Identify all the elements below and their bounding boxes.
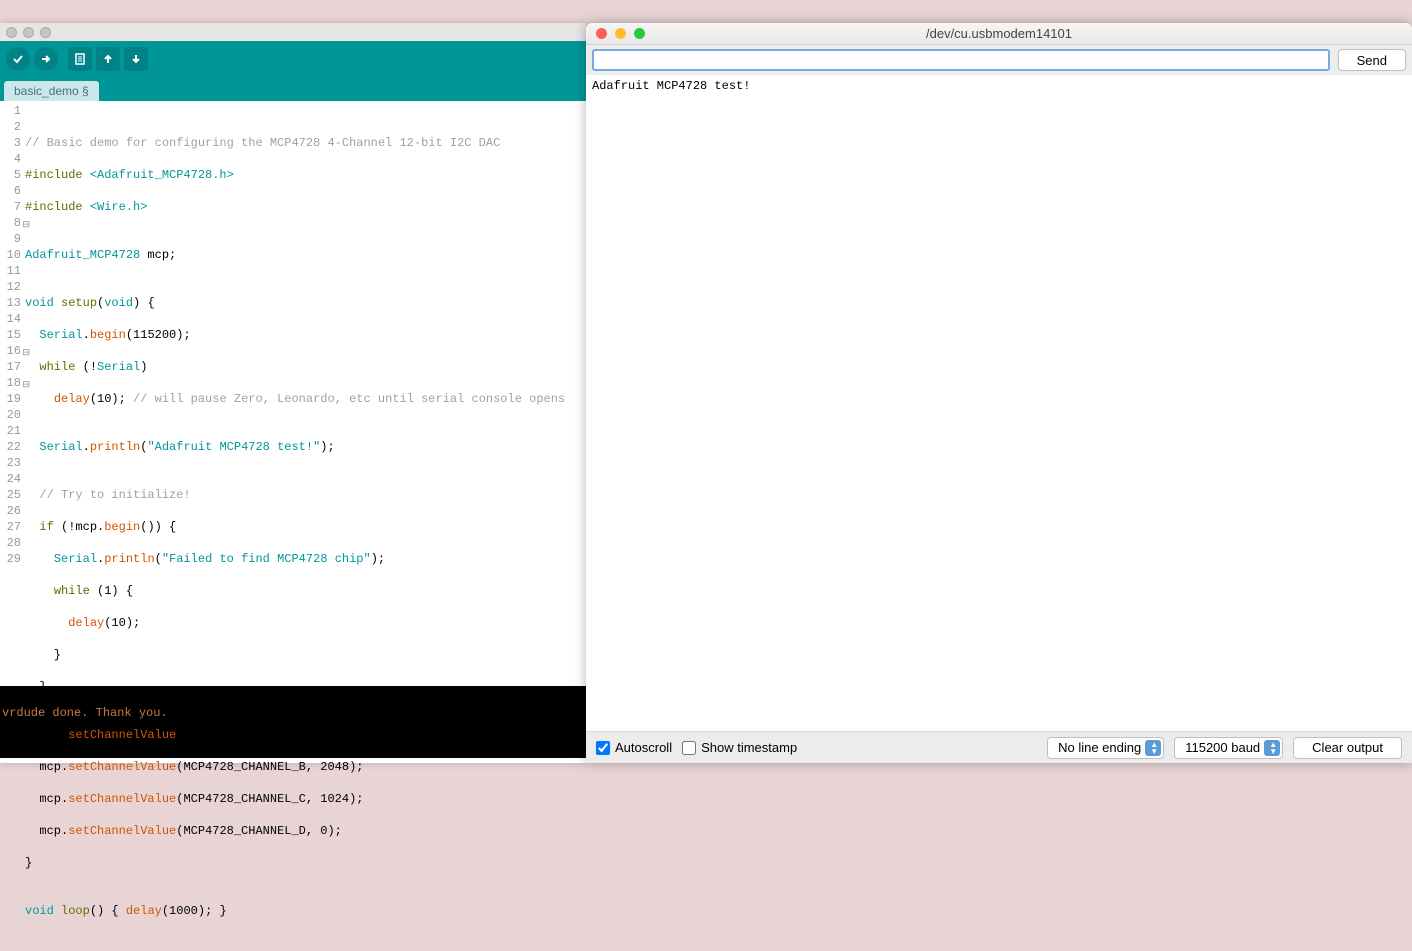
line-number: 3 — [0, 135, 21, 151]
open-button[interactable] — [96, 47, 120, 71]
zoom-button[interactable] — [634, 28, 645, 39]
line-number: 18⊟ — [0, 375, 21, 391]
autoscroll-checkbox[interactable] — [596, 741, 610, 755]
line-number: 22 — [0, 439, 21, 455]
line-number: 4 — [0, 151, 21, 167]
line-number: 5 — [0, 167, 21, 183]
arrow-up-icon — [101, 52, 115, 66]
line-ending-value: No line ending — [1058, 740, 1141, 755]
verify-button[interactable] — [6, 47, 30, 71]
timestamp-label: Show timestamp — [701, 740, 797, 755]
line-number: 2 — [0, 119, 21, 135]
line-number: 19 — [0, 391, 21, 407]
line-number: 10 — [0, 247, 21, 263]
upload-button[interactable] — [34, 47, 58, 71]
arduino-titlebar — [0, 23, 586, 41]
minimize-button[interactable] — [23, 27, 34, 38]
line-number: 21 — [0, 423, 21, 439]
arduino-tabbar: basic_demo § — [0, 77, 586, 101]
arrow-down-icon — [129, 52, 143, 66]
line-number: 27 — [0, 519, 21, 535]
check-icon — [11, 52, 25, 66]
serial-monitor-window: /dev/cu.usbmodem14101 Send Adafruit MCP4… — [586, 23, 1412, 763]
arrow-right-icon — [39, 52, 53, 66]
line-number: 9 — [0, 231, 21, 247]
fold-icon[interactable]: ⊟ — [21, 345, 30, 354]
line-number: 1 — [0, 103, 21, 119]
close-button[interactable] — [596, 28, 607, 39]
chevron-updown-icon: ▲▼ — [1269, 741, 1277, 755]
line-number: 15 — [0, 327, 21, 343]
line-number: 29 — [0, 551, 21, 567]
serial-output[interactable]: Adafruit MCP4728 test! — [586, 75, 1412, 731]
line-number: 6 — [0, 183, 21, 199]
console-text: vrdude done. Thank you. — [2, 706, 168, 720]
line-number: 17 — [0, 359, 21, 375]
code-content[interactable]: // Basic demo for configuring the MCP472… — [24, 101, 565, 686]
clear-output-button[interactable]: Clear output — [1293, 737, 1402, 759]
line-number: 7 — [0, 199, 21, 215]
serial-titlebar[interactable]: /dev/cu.usbmodem14101 — [586, 23, 1412, 45]
timestamp-checkbox[interactable] — [682, 741, 696, 755]
autoscroll-label: Autoscroll — [615, 740, 672, 755]
window-title: /dev/cu.usbmodem14101 — [586, 26, 1412, 41]
line-number: 28 — [0, 535, 21, 551]
code-editor[interactable]: 1 2 3 4 5 6 7 8⊟ 9 10 11 12 13 14 15 16⊟… — [0, 101, 586, 686]
send-button[interactable]: Send — [1338, 49, 1406, 71]
zoom-button[interactable] — [40, 27, 51, 38]
serial-input-bar: Send — [586, 45, 1412, 75]
autoscroll-checkbox-wrap[interactable]: Autoscroll — [596, 740, 672, 755]
line-number: 12 — [0, 279, 21, 295]
arduino-toolbar — [0, 41, 586, 77]
line-number: 23 — [0, 455, 21, 471]
file-icon — [73, 52, 87, 66]
line-number: 11 — [0, 263, 21, 279]
line-number: 8⊟ — [0, 215, 21, 231]
line-number: 16⊟ — [0, 343, 21, 359]
line-number: 14 — [0, 311, 21, 327]
chevron-updown-icon: ▲▼ — [1150, 741, 1158, 755]
line-ending-select[interactable]: No line ending ▲▼ — [1047, 737, 1164, 759]
baud-rate-value: 115200 baud — [1185, 740, 1260, 755]
serial-input[interactable] — [592, 49, 1330, 71]
minimize-button[interactable] — [615, 28, 626, 39]
line-number: 13 — [0, 295, 21, 311]
close-button[interactable] — [6, 27, 17, 38]
line-number: 20 — [0, 407, 21, 423]
arduino-ide-window: basic_demo § 1 2 3 4 5 6 7 8⊟ 9 10 11 12… — [0, 23, 586, 763]
line-number: 25 — [0, 487, 21, 503]
new-button[interactable] — [68, 47, 92, 71]
serial-output-text: Adafruit MCP4728 test! — [592, 79, 750, 93]
serial-bottom-bar: Autoscroll Show timestamp No line ending… — [586, 731, 1412, 763]
sketch-tab[interactable]: basic_demo § — [4, 81, 99, 101]
save-button[interactable] — [124, 47, 148, 71]
fold-icon[interactable]: ⊟ — [21, 377, 30, 386]
line-number: 26 — [0, 503, 21, 519]
fold-icon[interactable]: ⊟ — [21, 217, 30, 226]
timestamp-checkbox-wrap[interactable]: Show timestamp — [682, 740, 797, 755]
baud-rate-select[interactable]: 115200 baud ▲▼ — [1174, 737, 1283, 759]
line-number: 24 — [0, 471, 21, 487]
line-number-gutter: 1 2 3 4 5 6 7 8⊟ 9 10 11 12 13 14 15 16⊟… — [0, 101, 24, 686]
